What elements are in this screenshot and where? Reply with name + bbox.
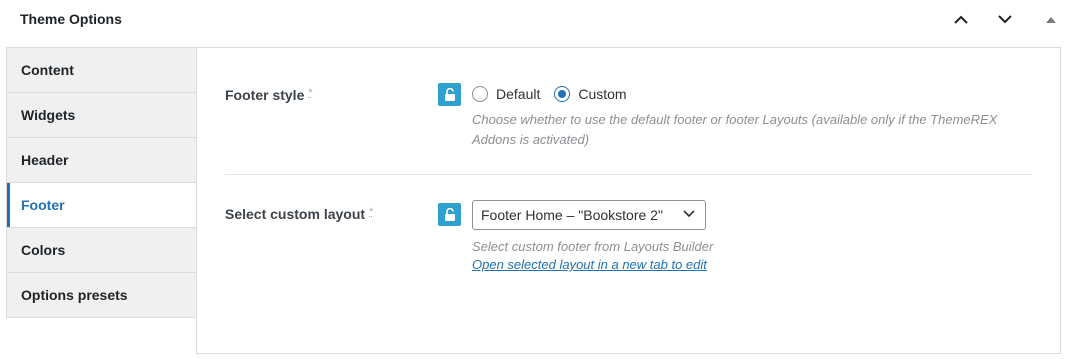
radio-default-label: Default: [496, 86, 541, 102]
radio-custom-label: Custom: [578, 86, 627, 102]
move-up-button[interactable]: [950, 8, 972, 30]
chevron-up-icon: [954, 15, 968, 24]
unlock-icon: [444, 208, 455, 221]
required-mark: *: [308, 87, 313, 99]
custom-layout-description: Select custom footer from Layouts Builde…: [472, 239, 714, 254]
options-content: Footer style * Default Custom Choose whet…: [196, 47, 1061, 354]
footer-style-default-option[interactable]: Default: [472, 86, 540, 102]
triangle-up-icon: [1046, 16, 1056, 23]
footer-style-description-line2: Addons is activated): [472, 132, 590, 147]
footer-style-description: Choose whether to use the default footer…: [472, 110, 997, 150]
required-mark: *: [369, 206, 374, 218]
tab-widgets[interactable]: Widgets: [6, 93, 197, 138]
custom-layout-label-text: Select custom layout: [225, 206, 366, 222]
footer-style-label-text: Footer style: [225, 87, 305, 103]
custom-layout-lock-button[interactable]: [438, 203, 461, 226]
footer-style-custom-option[interactable]: Custom: [554, 86, 627, 102]
panel-title: Theme Options: [20, 11, 122, 27]
radio-custom[interactable]: [554, 86, 571, 102]
custom-layout-label: Select custom layout *: [225, 206, 373, 222]
panel-header: Theme Options: [0, 0, 1068, 38]
tab-options-presets[interactable]: Options presets: [6, 273, 197, 318]
footer-style-radio-group: Default Custom: [472, 86, 627, 102]
row-divider: [225, 174, 1032, 175]
footer-style-label: Footer style *: [225, 87, 313, 103]
custom-layout-select[interactable]: Footer Home – "Bookstore 2": [472, 200, 706, 230]
open-layout-link[interactable]: Open selected layout in a new tab to edi…: [472, 257, 707, 272]
tab-colors[interactable]: Colors: [6, 228, 197, 273]
unlock-icon: [444, 88, 455, 101]
chevron-down-icon: [998, 14, 1012, 23]
tab-header[interactable]: Header: [6, 138, 197, 183]
radio-default[interactable]: [472, 86, 488, 102]
chevron-down-icon: [683, 210, 695, 218]
toggle-panel-button[interactable]: [1040, 8, 1062, 30]
tab-footer[interactable]: Footer: [6, 183, 197, 228]
custom-layout-select-value: Footer Home – "Bookstore 2": [481, 207, 663, 223]
tab-content[interactable]: Content: [6, 48, 197, 93]
footer-style-lock-button[interactable]: [438, 83, 461, 106]
options-tabs: Content Widgets Header Footer Colors Opt…: [6, 47, 197, 318]
move-down-button[interactable]: [994, 8, 1016, 30]
footer-style-description-line1: Choose whether to use the default footer…: [472, 112, 998, 127]
